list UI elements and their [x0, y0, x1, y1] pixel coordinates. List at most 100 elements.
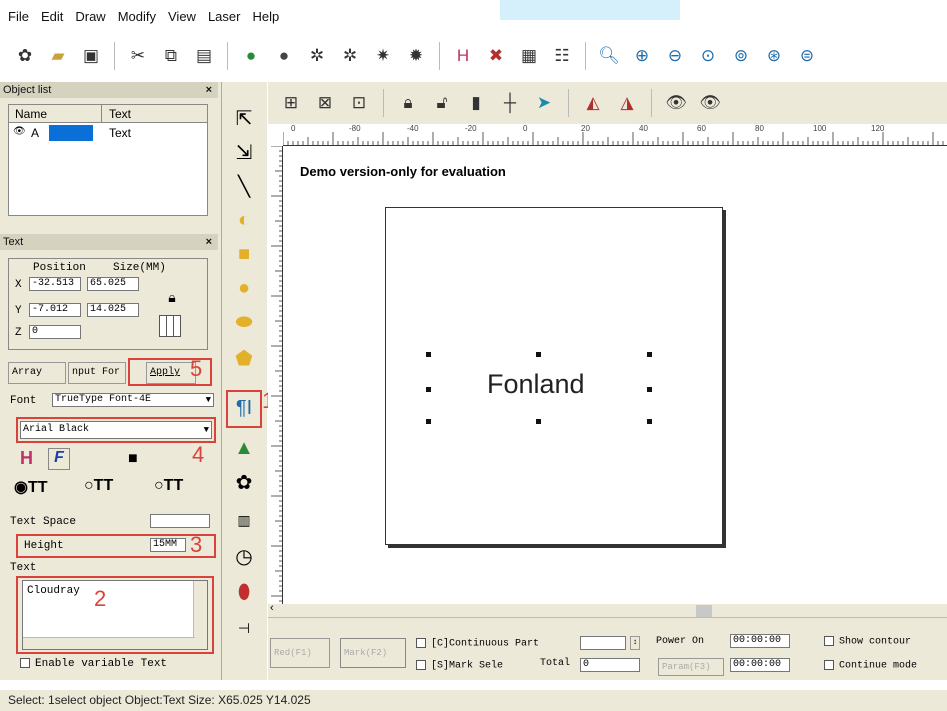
- properties-icon[interactable]: ▦: [516, 43, 542, 69]
- menu-help[interactable]: Help: [252, 9, 279, 24]
- zoom-in-icon[interactable]: ⊕: [629, 43, 655, 69]
- show-icon[interactable]: 👁︎: [663, 90, 689, 116]
- select-arrow-icon[interactable]: ⇱: [230, 104, 258, 132]
- stop-icon[interactable]: ●: [271, 43, 297, 69]
- ellipse-icon[interactable]: ⬬: [230, 308, 258, 336]
- node-edit-icon[interactable]: ✲: [304, 43, 330, 69]
- close-icon[interactable]: ×: [206, 234, 212, 250]
- node-delete-icon[interactable]: ✹: [403, 43, 429, 69]
- layers-icon[interactable]: ☷: [549, 43, 575, 69]
- menu-edit[interactable]: Edit: [41, 9, 63, 24]
- open-folder-icon[interactable]: ▰: [45, 43, 71, 69]
- selection-handle[interactable]: [536, 352, 541, 357]
- delay-icon[interactable]: ◷: [230, 542, 258, 570]
- chevron-down-icon[interactable]: ▼: [206, 394, 211, 406]
- continue-mode-checkbox[interactable]: Continue mode: [824, 660, 917, 672]
- selection-handle[interactable]: [647, 387, 652, 392]
- selection-handle[interactable]: [426, 419, 431, 424]
- mark-button[interactable]: Mark(F2): [340, 638, 406, 668]
- curve-icon[interactable]: ◐: [230, 206, 258, 234]
- circle-icon[interactable]: ●: [230, 274, 258, 302]
- lock-icon[interactable]: 🔒︎: [395, 90, 421, 116]
- text-align-left-icon[interactable]: ◉TT: [14, 477, 48, 497]
- group-select-icon[interactable]: ⊡: [346, 90, 372, 116]
- save-font-icon[interactable]: ■: [128, 450, 138, 468]
- zoom-icon[interactable]: 🔍︎: [596, 43, 622, 69]
- cut-icon[interactable]: ✂: [125, 43, 151, 69]
- paste-icon[interactable]: ▤: [191, 43, 217, 69]
- mirror-horizontal-icon[interactable]: ◭: [580, 90, 606, 116]
- mirror-vertical-icon[interactable]: ◮: [614, 90, 640, 116]
- hatch-icon[interactable]: H: [450, 43, 476, 69]
- checkbox-box[interactable]: [824, 660, 834, 670]
- bitmap-icon[interactable]: ▲: [230, 434, 258, 462]
- text-object[interactable]: Fonland: [487, 369, 585, 400]
- new-file-icon[interactable]: ✿: [12, 43, 38, 69]
- text-align-center-icon[interactable]: ○TT: [84, 477, 113, 495]
- selection-handle[interactable]: [647, 419, 652, 424]
- lock-icon[interactable]: 🔒︎: [163, 289, 181, 305]
- column-header-name[interactable]: Name: [15, 107, 47, 121]
- close-icon[interactable]: ×: [206, 82, 212, 98]
- selection-handle[interactable]: [536, 419, 541, 424]
- selection-handle[interactable]: [647, 352, 652, 357]
- zoom-fit-icon[interactable]: ⊚: [728, 43, 754, 69]
- node-add-icon[interactable]: ✷: [370, 43, 396, 69]
- select-all-icon[interactable]: ⊞: [278, 90, 304, 116]
- node-arrow-icon[interactable]: ⇲: [230, 138, 258, 166]
- menu-modify[interactable]: Modify: [118, 9, 156, 24]
- pointer-icon[interactable]: ➤: [531, 90, 557, 116]
- save-icon[interactable]: ▣: [78, 43, 104, 69]
- checkbox-box[interactable]: [824, 636, 834, 646]
- font-style-icon[interactable]: F: [48, 448, 70, 470]
- horizontal-scrollbar[interactable]: ‹: [268, 602, 947, 618]
- play-icon[interactable]: ●: [238, 43, 264, 69]
- column-header-type[interactable]: Text: [109, 107, 131, 121]
- checkbox-box[interactable]: [416, 638, 426, 648]
- io-input-icon[interactable]: ⬮: [230, 578, 258, 606]
- origin-icon[interactable]: ┼: [497, 90, 523, 116]
- selection-handle[interactable]: [426, 352, 431, 357]
- text-align-right-icon[interactable]: ○TT: [154, 477, 183, 495]
- rectangle-icon[interactable]: ■: [230, 240, 258, 268]
- polygon-icon[interactable]: ⬟: [230, 344, 258, 372]
- menu-laser[interactable]: Laser: [208, 9, 241, 24]
- vector-file-icon[interactable]: ✿: [230, 468, 258, 496]
- tools-icon[interactable]: ✖: [483, 43, 509, 69]
- input-format-button[interactable]: nput For: [68, 362, 126, 384]
- spin-icon[interactable]: ↕: [630, 636, 640, 650]
- continuous-part-checkbox[interactable]: [C]Continuous Part: [416, 638, 539, 650]
- red-button[interactable]: Red(F1): [270, 638, 330, 668]
- show-contour-checkbox[interactable]: Show contour: [824, 636, 911, 648]
- anchor-grid-icon[interactable]: [159, 315, 181, 337]
- param-button[interactable]: Param(F3): [658, 658, 724, 676]
- inverse-select-icon[interactable]: ⊠: [312, 90, 338, 116]
- eye-icon[interactable]: 👁︎: [13, 126, 26, 137]
- mark-selected-checkbox[interactable]: [S]Mark Sele: [416, 660, 503, 672]
- hatch-font-icon[interactable]: H: [20, 448, 42, 470]
- node-select-icon[interactable]: ✲: [337, 43, 363, 69]
- menu-draw[interactable]: Draw: [75, 9, 105, 24]
- checkbox-box[interactable]: [416, 660, 426, 670]
- menu-view[interactable]: View: [168, 9, 196, 24]
- hide-icon[interactable]: 👁︎: [697, 90, 723, 116]
- scroll-left-icon[interactable]: ‹: [270, 602, 274, 614]
- drawing-canvas[interactable]: Demo version-only for evaluation Fonland: [284, 146, 947, 604]
- zoom-all-icon[interactable]: ⊙: [695, 43, 721, 69]
- selection-handle[interactable]: [426, 387, 431, 392]
- unlock-icon[interactable]: 🔓︎: [429, 90, 455, 116]
- lock-all-icon[interactable]: ▮: [463, 90, 489, 116]
- x-size-field[interactable]: 65.025: [87, 277, 139, 291]
- total-field[interactable]: 0: [580, 658, 640, 672]
- y-position-field[interactable]: -7.012: [29, 303, 81, 317]
- menu-file[interactable]: File: [8, 9, 29, 24]
- font-type-select[interactable]: TrueType Font-4E ▼: [52, 393, 214, 407]
- zoom-window-icon[interactable]: ⊜: [794, 43, 820, 69]
- scroll-thumb[interactable]: [696, 605, 712, 617]
- array-button[interactable]: Array: [8, 362, 66, 384]
- part-field[interactable]: [580, 636, 626, 650]
- zoom-out-icon[interactable]: ⊖: [662, 43, 688, 69]
- copy-icon[interactable]: ⧉: [158, 43, 184, 69]
- z-position-field[interactable]: 0: [29, 325, 81, 339]
- output-icon[interactable]: ⊣: [230, 614, 258, 642]
